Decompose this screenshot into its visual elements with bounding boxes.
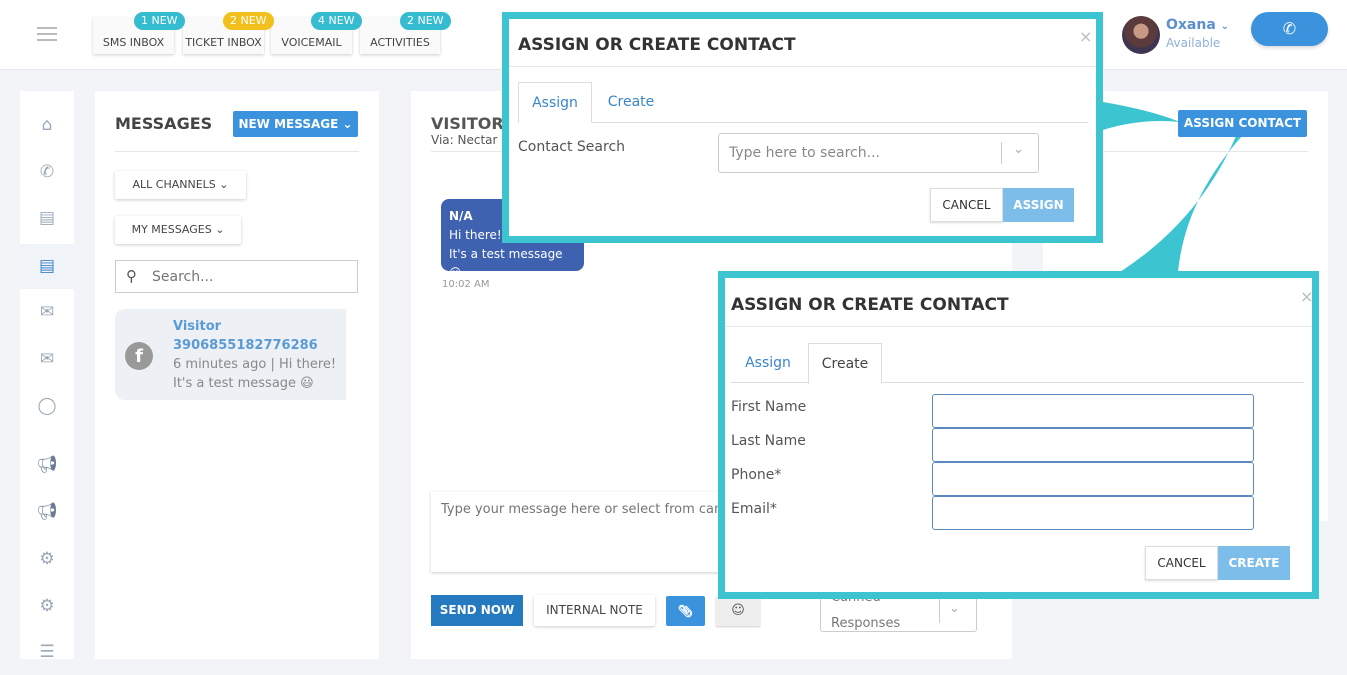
callout-connector [1120, 136, 1242, 272]
last-name-label: Last Name [731, 433, 806, 449]
cancel-button[interactable]: CANCEL [930, 188, 1003, 222]
first-name-label: First Name [731, 399, 807, 415]
phone-label: Phone* [731, 467, 782, 483]
email-input[interactable] [932, 496, 1254, 530]
modal-title: ASSIGN OR CREATE CONTACT [731, 295, 1009, 315]
assign-contact-button[interactable]: ASSIGN CONTACT [1178, 110, 1307, 137]
close-icon[interactable]: × [1300, 287, 1313, 306]
assign-button[interactable]: ASSIGN [1003, 188, 1074, 222]
tab-create[interactable]: Create [808, 343, 882, 384]
contact-search-label: Contact Search [518, 139, 626, 155]
phone-input[interactable] [932, 462, 1254, 496]
first-name-input[interactable] [932, 394, 1254, 428]
tab-line [518, 122, 1088, 123]
callout-connector [1103, 102, 1180, 130]
modal-title: ASSIGN OR CREATE CONTACT [518, 35, 796, 55]
assign-contact-modal: ASSIGN OR CREATE CONTACT × Assign Create… [502, 12, 1103, 243]
tab-create[interactable]: Create [600, 82, 662, 122]
divider [509, 66, 1096, 67]
create-button[interactable]: CREATE [1218, 546, 1290, 580]
select-placeholder: Type here to search... [729, 145, 880, 161]
tab-assign[interactable]: Assign [518, 82, 592, 123]
chevron-down-icon: ⌄ [1013, 142, 1024, 157]
last-name-input[interactable] [932, 428, 1254, 462]
contact-search-select[interactable]: Type here to search... ⌄ [718, 133, 1039, 173]
cancel-button[interactable]: CANCEL [1145, 546, 1218, 580]
tab-assign[interactable]: Assign [737, 343, 799, 383]
create-contact-modal: ASSIGN OR CREATE CONTACT × Assign Create… [718, 271, 1319, 599]
email-label: Email* [731, 501, 777, 517]
divider [1001, 142, 1002, 164]
divider [725, 326, 1312, 327]
close-icon[interactable]: × [1079, 27, 1092, 46]
